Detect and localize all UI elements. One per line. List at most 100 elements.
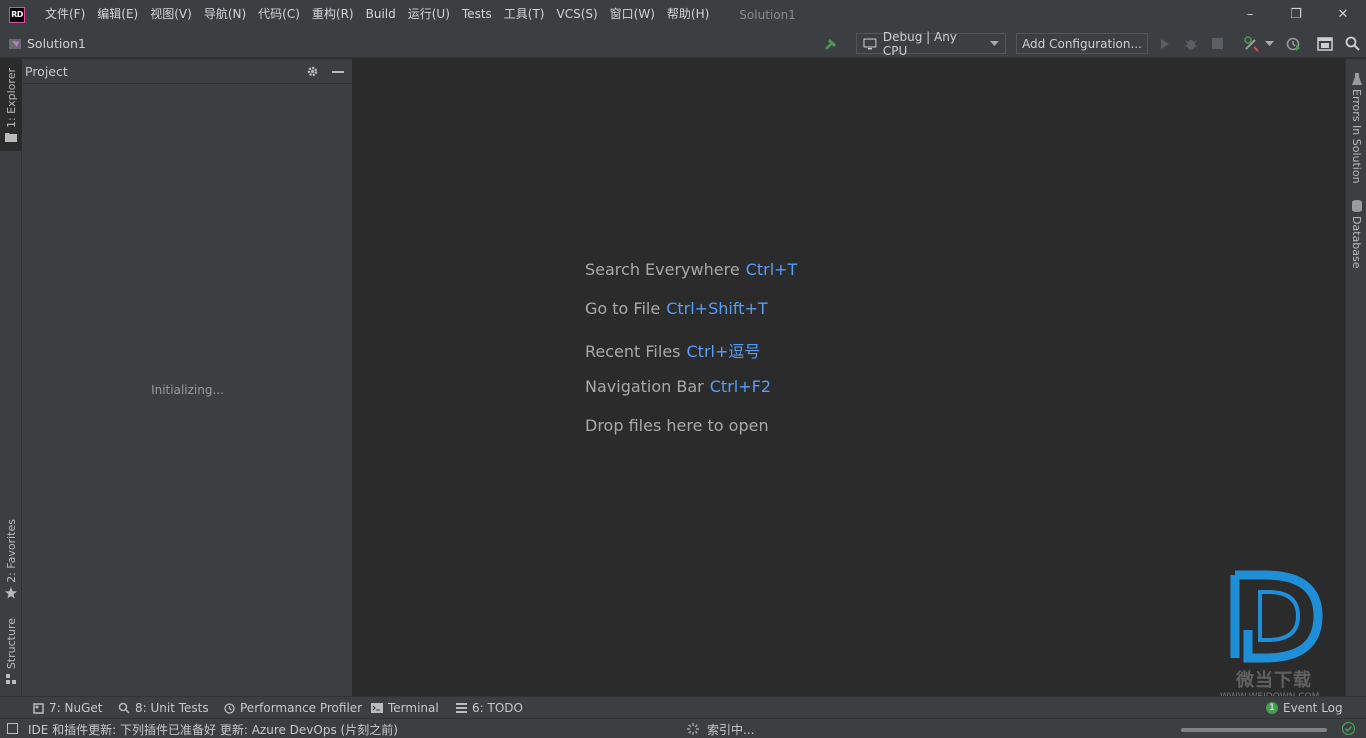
tab-nuget[interactable]: 7: NuGet: [33, 697, 102, 719]
menu-run[interactable]: 运行(U): [402, 0, 456, 29]
menu-edit[interactable]: 编辑(E): [91, 0, 144, 29]
status-bar: IDE 和插件更新: 下列插件已准备好 更新: Azure DevOps (片刻…: [0, 718, 1366, 738]
gear-icon[interactable]: [306, 65, 319, 78]
tab-favorites[interactable]: 2: Favorites: [0, 515, 22, 603]
tab-unit-tests[interactable]: 8: Unit Tests: [118, 697, 209, 719]
indexing-progress-bar[interactable]: [1181, 728, 1327, 732]
attach-profiler-icon: [1286, 37, 1300, 51]
tab-unit-tests-label: 8: Unit Tests: [135, 701, 209, 715]
navigation-toolbar: Solution1 Debug | Any CPU Add Configurat…: [0, 29, 1366, 58]
menu-navigate[interactable]: 导航(N): [198, 0, 252, 29]
configuration-select[interactable]: Debug | Any CPU: [856, 30, 1006, 58]
stop-button[interactable]: [1208, 33, 1226, 54]
restore-button[interactable]: ❐: [1273, 0, 1319, 29]
add-configuration-button[interactable]: Add Configuration...: [1016, 33, 1148, 54]
edit-configuration-icon: [1243, 35, 1259, 52]
toggle-tool-windows-icon[interactable]: [7, 723, 18, 734]
tab-profiler-label: Performance Profiler: [240, 701, 363, 715]
menu-code[interactable]: 代码(C): [252, 0, 306, 29]
hint-shortcut: Ctrl+T: [745, 260, 798, 279]
breadcrumb-solution: Solution1: [27, 36, 86, 51]
menu-tests[interactable]: Tests: [456, 0, 498, 29]
tab-favorites-label: 2: Favorites: [4, 519, 18, 583]
hint-shortcut: Ctrl+F2: [709, 377, 772, 396]
tab-database[interactable]: Database: [1346, 199, 1366, 269]
loading-spinner-icon: [687, 723, 699, 735]
status-message[interactable]: IDE 和插件更新: 下列插件已准备好 更新: Azure DevOps (片刻…: [28, 721, 398, 738]
tab-structure[interactable]: Structure: [0, 611, 22, 691]
play-icon: [1161, 38, 1169, 49]
tab-todo-label: 6: TODO: [472, 701, 523, 715]
menu-build[interactable]: Build: [360, 0, 402, 29]
minimize-icon: –: [1246, 7, 1254, 22]
hide-panel-icon[interactable]: [332, 71, 344, 73]
debug-button[interactable]: [1181, 33, 1201, 54]
tab-explorer-label: 1: Explorer: [4, 67, 18, 128]
right-tool-strip: Errors In Solution Database: [1345, 59, 1366, 696]
project-status-text: Initializing...: [151, 383, 224, 397]
window-title: Solution1: [739, 7, 796, 22]
menu-file[interactable]: 文件(F): [39, 0, 91, 29]
tab-errors-in-solution[interactable]: Errors In Solution: [1346, 67, 1366, 189]
terminal-icon: [371, 703, 383, 713]
profiler-icon: [224, 702, 235, 714]
hint-recent-files: Recent Files Ctrl+逗号: [585, 338, 760, 362]
build-button[interactable]: [820, 33, 842, 54]
hint-label: Go to File: [585, 299, 661, 318]
menu-tools[interactable]: 工具(T): [498, 0, 551, 29]
monitor-icon: [863, 38, 877, 49]
folder-icon: [5, 133, 17, 142]
configuration-label: Debug | Any CPU: [882, 29, 957, 58]
tab-database-label: Database: [1350, 215, 1363, 269]
editor-area[interactable]: Search Everywhere Ctrl+T Go to File Ctrl+S…: [353, 59, 1345, 696]
menu-help[interactable]: 帮助(H): [661, 0, 715, 29]
close-icon: ✕: [1337, 7, 1349, 22]
tab-event-log[interactable]: 1 Event Log: [1266, 697, 1343, 719]
title-bar: RD 文件(F) 编辑(E) 视图(V) 导航(N) 代码(C) 重构(R) B…: [0, 0, 1366, 29]
menu-window[interactable]: 窗口(W): [604, 0, 661, 29]
profile-button[interactable]: [1284, 33, 1304, 54]
search-everywhere-button[interactable]: [1342, 33, 1362, 54]
chevron-down-icon: [1264, 40, 1274, 46]
tab-performance-profiler[interactable]: Performance Profiler: [224, 697, 362, 719]
hint-label: Search Everywhere: [585, 260, 740, 279]
window-layout-icon: [1317, 36, 1333, 51]
tab-explorer[interactable]: 1: Explorer: [0, 59, 22, 151]
database-icon: [1351, 199, 1362, 212]
bug-icon: [1185, 39, 1197, 50]
close-button[interactable]: ✕: [1320, 0, 1366, 29]
hint-search-everywhere: Search Everywhere Ctrl+T: [585, 260, 797, 279]
project-panel: Project Initializing...: [22, 59, 353, 696]
toggle-layout-button[interactable]: [1315, 33, 1335, 54]
tab-terminal[interactable]: Terminal: [371, 697, 439, 719]
watermark: 微当下载 WWW.WEIDOWN.COM: [1220, 570, 1340, 705]
bottom-tool-bar: 7: NuGet 8: Unit Tests Performance Profi…: [0, 696, 1366, 718]
tab-terminal-label: Terminal: [388, 701, 439, 715]
minimize-button[interactable]: –: [1227, 0, 1273, 29]
run-button[interactable]: [1156, 33, 1174, 54]
rider-logo-icon: RD: [9, 6, 25, 23]
indexing-status: 索引中...: [707, 723, 755, 737]
left-tool-strip: 1: Explorer 2: Favorites Structure: [0, 59, 22, 696]
menu-refactor[interactable]: 重构(R): [306, 0, 360, 29]
check-icon[interactable]: [1342, 722, 1355, 735]
hint-label: Navigation Bar: [585, 377, 704, 396]
project-panel-title: Project: [25, 63, 68, 79]
tab-nuget-label: 7: NuGet: [49, 701, 103, 715]
progress-fill: [1181, 728, 1327, 732]
event-log-badge: 1: [1266, 702, 1278, 714]
tab-todo[interactable]: 6: TODO: [456, 697, 523, 719]
tab-structure-label: Structure: [4, 618, 18, 670]
project-panel-header: Project: [22, 59, 352, 84]
star-icon: [5, 586, 17, 599]
hint-drop-files: Drop files here to open: [585, 416, 769, 435]
hint-label: Recent Files: [585, 342, 681, 361]
menu-view[interactable]: 视图(V): [144, 0, 198, 29]
unit-tests-icon: [118, 702, 130, 714]
nuget-icon: [33, 702, 44, 714]
menu-vcs[interactable]: VCS(S): [550, 0, 603, 29]
breadcrumb[interactable]: Solution1: [8, 29, 86, 58]
hint-shortcut: Ctrl+逗号: [686, 342, 761, 361]
run-actions-button[interactable]: [1240, 33, 1276, 54]
tab-errors-label: Errors In Solution: [1350, 88, 1363, 184]
